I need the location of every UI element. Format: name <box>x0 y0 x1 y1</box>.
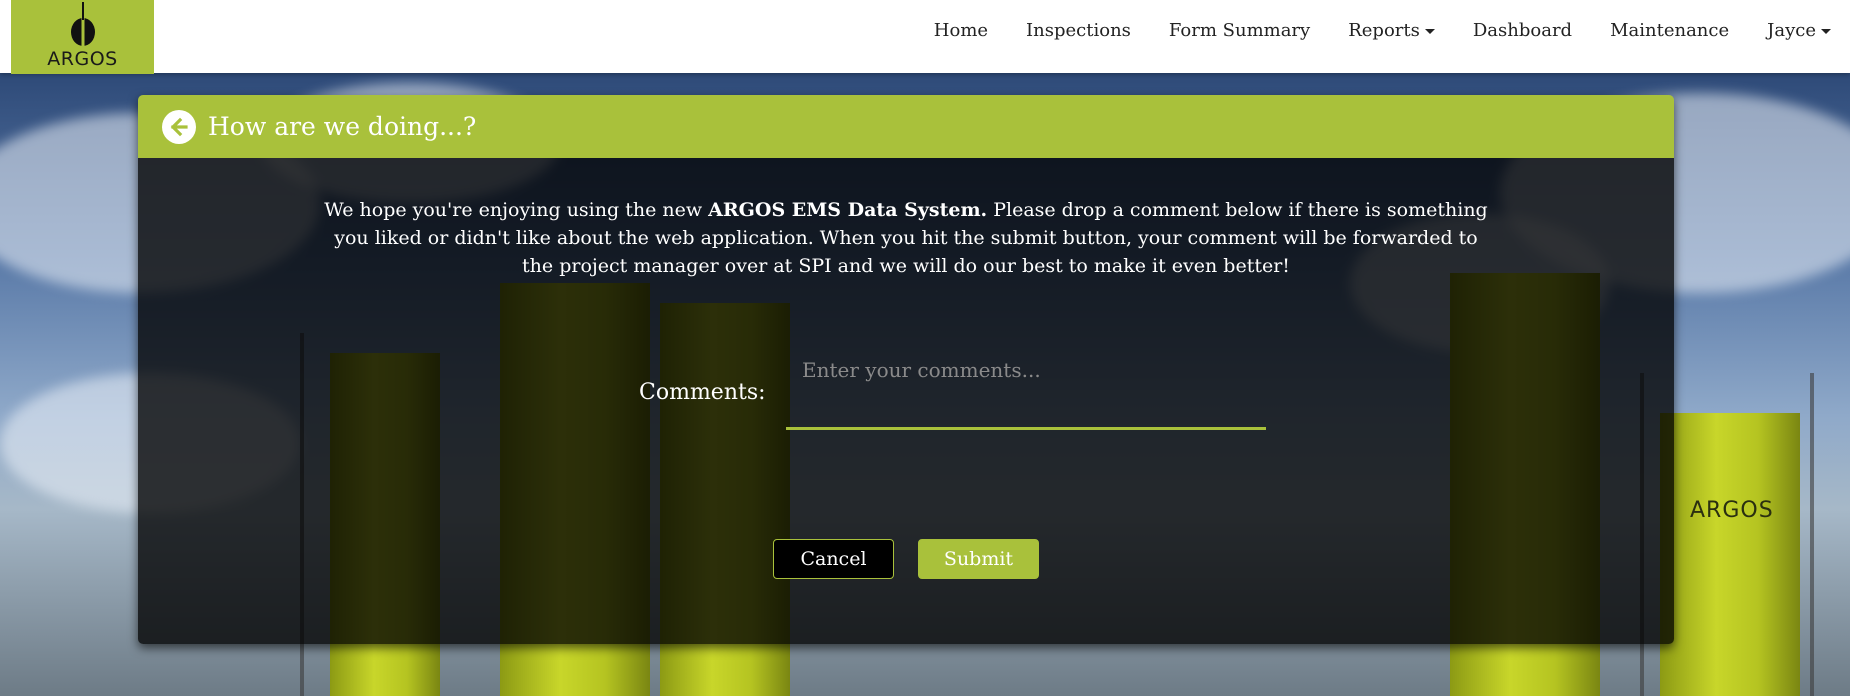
main-nav: Home Inspections Form Summary Reports Da… <box>915 0 1850 60</box>
caret-down-icon <box>1424 28 1435 34</box>
top-navbar: ARGOS Home Inspections Form Summary Repo… <box>0 0 1850 74</box>
logo-text: ARGOS <box>47 48 118 70</box>
nav-user-label: Jayce <box>1767 19 1816 41</box>
brand-logo[interactable]: ARGOS <box>11 0 154 74</box>
nav-inspections[interactable]: Inspections <box>1007 20 1150 41</box>
panel-title: How are we doing...? <box>208 112 477 141</box>
panel-header: How are we doing...? <box>138 95 1674 158</box>
comments-input[interactable] <box>786 348 1266 427</box>
cancel-button[interactable]: Cancel <box>773 539 894 579</box>
nav-reports-label: Reports <box>1348 19 1420 41</box>
nav-dashboard-label: Dashboard <box>1472 19 1573 41</box>
nav-maintenance-label: Maintenance <box>1610 19 1730 41</box>
panel-body: We hope you're enjoying using the new AR… <box>138 158 1674 644</box>
nav-form-summary[interactable]: Form Summary <box>1150 20 1329 41</box>
comments-field-wrapper <box>786 348 1266 430</box>
nav-inspections-label: Inspections <box>1026 19 1131 41</box>
intro-text-bold: ARGOS EMS Data System. <box>708 199 988 221</box>
argos-logo-icon <box>70 2 95 48</box>
intro-text: We hope you're enjoying using the new AR… <box>318 196 1494 280</box>
nav-reports-dropdown[interactable]: Reports <box>1329 20 1454 41</box>
nav-maintenance[interactable]: Maintenance <box>1591 20 1748 41</box>
intro-text-start: We hope you're enjoying using the new <box>324 199 709 221</box>
nav-form-summary-label: Form Summary <box>1168 19 1311 41</box>
nav-home-label: Home <box>933 19 989 41</box>
nav-dashboard[interactable]: Dashboard <box>1454 20 1591 41</box>
comments-label: Comments: <box>639 380 766 405</box>
nav-home[interactable]: Home <box>915 20 1007 41</box>
caret-down-icon <box>1821 28 1831 34</box>
submit-button[interactable]: Submit <box>918 539 1039 579</box>
nav-user-dropdown[interactable]: Jayce <box>1748 20 1850 41</box>
feedback-panel: How are we doing...? We hope you're enjo… <box>138 95 1674 644</box>
arrow-left-circle-icon[interactable] <box>162 109 196 144</box>
